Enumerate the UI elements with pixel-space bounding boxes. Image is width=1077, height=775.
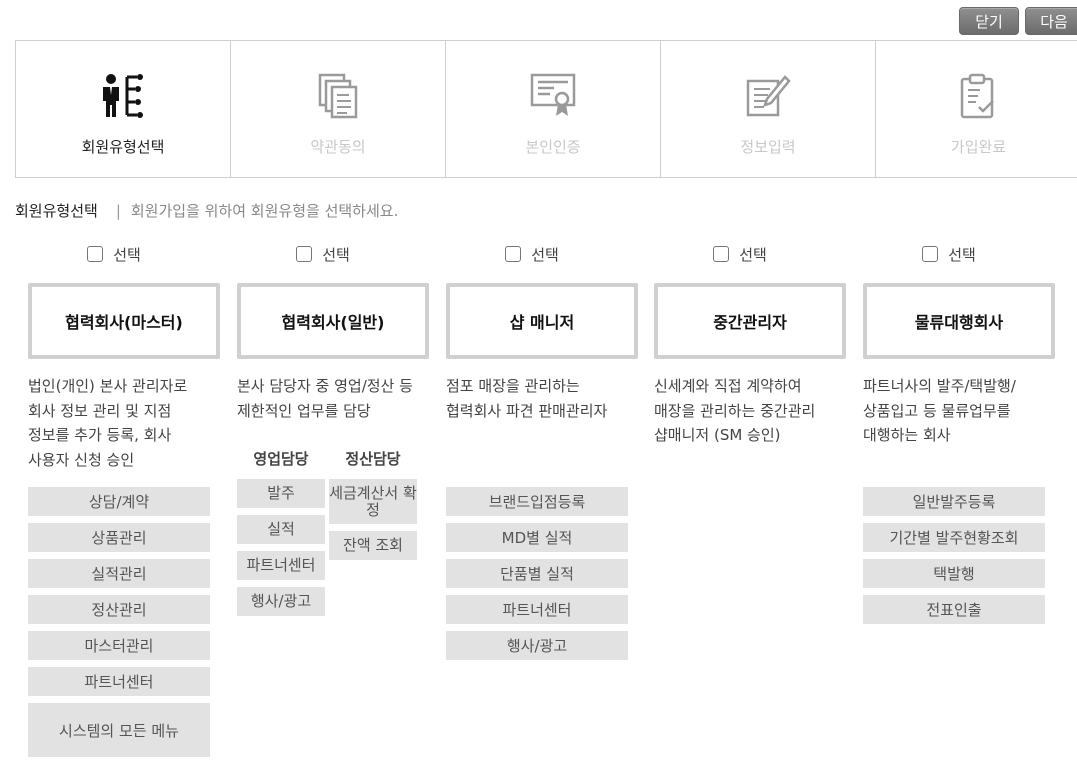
menu-item: MD별 실적	[446, 523, 628, 552]
select-checkbox-master[interactable]: 선택	[8, 243, 220, 265]
sub-role-sales: 영업담당 발주 실적 파트너센터 행사/광고	[237, 446, 325, 616]
step-info-input: 정보입력	[661, 41, 876, 177]
edit-note-icon	[743, 71, 793, 121]
certificate-icon	[528, 71, 578, 121]
member-type-card[interactable]: 중간관리자	[654, 283, 846, 359]
menu-item: 택발행	[863, 559, 1045, 588]
menu-item: 파트너센터	[237, 551, 325, 580]
member-type-description: 본사 담당자 중 영업/정산 등 제한적인 업무를 담당	[237, 377, 413, 420]
checkbox[interactable]	[87, 246, 104, 262]
section-description: 회원가입을 위하여 회원유형을 선택하세요.	[130, 202, 399, 220]
menu-item: 실적관리	[28, 559, 210, 588]
step-label: 가입완료	[950, 138, 1007, 156]
member-type-logistics: 선택 물류대행회사 파트너사의 발주/택발행/상품입고 등 물류업무를 대행하는…	[863, 243, 1055, 624]
member-type-general: 선택 협력회사(일반) 본사 담당자 중 영업/정산 등 제한적인 업무를 담당…	[237, 243, 429, 616]
member-type-master: 선택 협력회사(마스터) 법인(개인) 본사 관리자로 회사 정보 관리 및 지…	[28, 243, 220, 757]
menu-item: 파트너센터	[446, 595, 628, 624]
checkbox-label: 선택	[739, 245, 767, 264]
select-checkbox-general[interactable]: 선택	[217, 243, 429, 265]
step-label: 회원유형선택	[81, 138, 165, 156]
menu-list: 브랜드입점등록 MD별 실적 단품별 실적 파트너센터 행사/광고	[446, 487, 638, 660]
step-label: 약관동의	[310, 138, 366, 156]
menu-list: 일반발주등록 기간별 발주현황조회 택발행 전표인출	[863, 487, 1055, 624]
step-verification: 본인인증	[446, 41, 661, 177]
section-title: 회원유형선택	[15, 202, 98, 220]
checkbox-label: 선택	[531, 245, 559, 264]
menu-item: 파트너센터	[28, 667, 210, 696]
select-checkbox-logistics[interactable]: 선택	[843, 243, 1055, 265]
menu-item: 일반발주등록	[863, 487, 1045, 516]
step-label: 정보입력	[740, 138, 796, 156]
step-terms: 약관동의	[231, 41, 446, 177]
checkbox[interactable]	[505, 246, 522, 262]
menu-item: 기간별 발주현황조회	[863, 523, 1045, 552]
menu-item: 발주	[237, 479, 325, 508]
member-type-description: 신세계와 직접 계약하여 매장을 관리하는 중간관리 샵매니저 (SM 승인)	[654, 377, 816, 444]
signup-steps: 회원유형선택 약관동의 본인인증 정보입력 가입완료	[15, 40, 1077, 178]
menu-list: 상담/계약 상품관리 실적관리 정산관리 마스터관리 파트너센터 시스템의 모든…	[28, 487, 220, 757]
step-complete: 가입완료	[876, 41, 1077, 177]
menu-item: 시스템의 모든 메뉴	[28, 703, 210, 757]
checkbox-label: 선택	[113, 245, 141, 264]
menu-item: 브랜드입점등록	[446, 487, 628, 516]
member-type-shop-manager: 선택 샵 매니저 점포 매장을 관리하는 협력회사 파견 판매관리자 브랜드입점…	[446, 243, 638, 660]
clipboard-check-icon	[954, 71, 1004, 121]
section-header: 회원유형선택 | 회원가입을 위하여 회원유형을 선택하세요.	[15, 200, 398, 221]
member-type-description: 파트너사의 발주/택발행/상품입고 등 물류업무를 대행하는 회사	[863, 377, 1016, 444]
member-type-description: 법인(개인) 본사 관리자로 회사 정보 관리 및 지점 정보를 추가 등록, …	[28, 377, 188, 469]
menu-item: 단품별 실적	[446, 559, 628, 588]
member-type-card[interactable]: 협력회사(마스터)	[28, 283, 220, 359]
checkbox[interactable]	[296, 246, 313, 262]
checkbox-label: 선택	[948, 245, 976, 264]
checkbox[interactable]	[713, 246, 730, 262]
member-type-card[interactable]: 물류대행회사	[863, 283, 1055, 359]
step-label: 본인인증	[525, 138, 581, 156]
sub-role-columns: 영업담당 발주 실적 파트너센터 행사/광고 정산담당 세금계산서 확정 잔액 …	[237, 446, 429, 616]
menu-item: 실적	[237, 515, 325, 544]
close-button[interactable]: 닫기	[959, 7, 1019, 35]
member-type-description: 점포 매장을 관리하는 협력회사 파견 판매관리자	[446, 377, 608, 420]
menu-item: 잔액 조회	[329, 531, 417, 560]
checkbox-label: 선택	[322, 245, 350, 264]
member-type-middle-manager: 선택 중간관리자 신세계와 직접 계약하여 매장을 관리하는 중간관리 샵매니저…	[654, 243, 846, 467]
menu-item: 정산관리	[28, 595, 210, 624]
menu-item: 상담/계약	[28, 487, 210, 516]
menu-item: 전표인출	[863, 595, 1045, 624]
select-checkbox-shop-manager[interactable]: 선택	[426, 243, 638, 265]
menu-item: 상품관리	[28, 523, 210, 552]
section-separator: |	[115, 201, 121, 220]
top-buttons: 닫기 다음	[959, 7, 1077, 35]
menu-item: 행사/광고	[237, 587, 325, 616]
step-member-type: 회원유형선택	[16, 41, 231, 177]
member-type-card[interactable]: 협력회사(일반)	[237, 283, 429, 359]
select-checkbox-middle-manager[interactable]: 선택	[634, 243, 846, 265]
sub-role-settlement: 정산담당 세금계산서 확정 잔액 조회	[329, 446, 417, 616]
next-button[interactable]: 다음	[1025, 7, 1077, 35]
documents-icon	[313, 71, 363, 121]
menu-item: 세금계산서 확정	[329, 479, 417, 524]
member-type-card[interactable]: 샵 매니저	[446, 283, 638, 359]
menu-item: 행사/광고	[446, 631, 628, 660]
checkbox[interactable]	[922, 246, 939, 262]
sub-role-title: 정산담당	[345, 450, 401, 468]
person-org-icon	[98, 71, 148, 121]
sub-role-title: 영업담당	[253, 450, 309, 468]
menu-item: 마스터관리	[28, 631, 210, 660]
